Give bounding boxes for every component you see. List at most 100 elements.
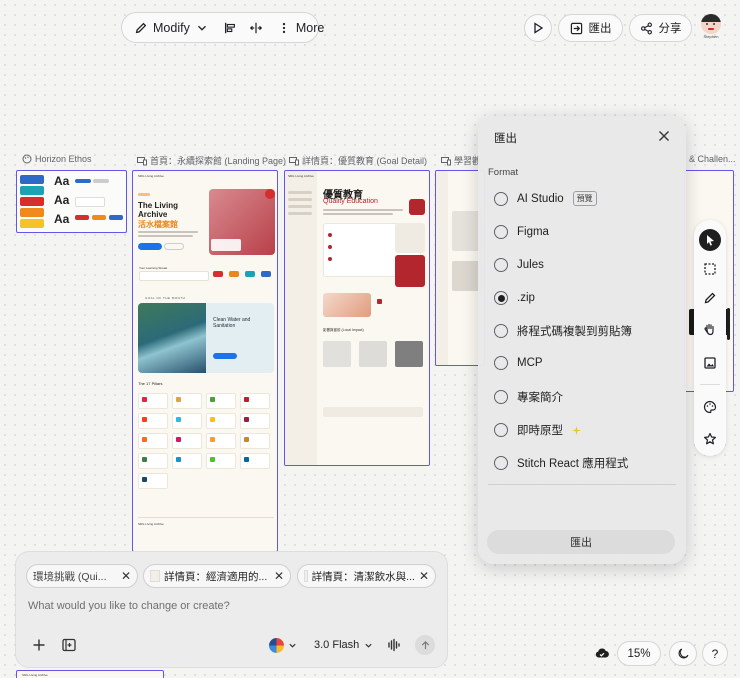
frame-horizon-ethos[interactable]: Aa Aa Aa [16, 170, 127, 233]
frame-label-landing[interactable]: 首頁：永續探索館 (Landing Page) [137, 154, 286, 167]
frame-detail-page[interactable]: SDG Living Archive 優質教育 Quality Educatio… [284, 170, 430, 466]
close-button[interactable] [656, 128, 672, 144]
radio-button[interactable] [494, 456, 508, 470]
landing-section-goal: GOAL OF THE MONTH [145, 296, 186, 300]
devices-icon [441, 156, 451, 165]
modify-label: Modify [153, 20, 190, 35]
chip-remove-icon[interactable]: ✕ [274, 569, 284, 583]
export-submit-button[interactable]: 匯出 [487, 530, 675, 554]
cloud-sync-icon[interactable] [594, 645, 610, 661]
option-project-brief[interactable]: 專案簡介 [494, 389, 563, 405]
option-figma[interactable]: Figma [494, 225, 549, 239]
radio-button-selected[interactable] [494, 291, 508, 305]
marquee-tool-button[interactable] [700, 259, 720, 279]
chip-remove-icon[interactable]: ✕ [121, 569, 131, 583]
zoom-level[interactable]: 15% [617, 641, 661, 666]
export-panel-title: 匯出 [494, 133, 517, 145]
preview-button[interactable] [524, 14, 552, 42]
favorite-tool-button[interactable] [700, 429, 720, 449]
detail-image [323, 293, 371, 317]
learning-sidebar [436, 171, 448, 365]
draw-tool-button[interactable] [700, 288, 720, 308]
frame-label-detail[interactable]: 詳情頁：優質教育 (Goal Detail) [289, 154, 427, 167]
landing-stat [213, 271, 223, 277]
prompt-input[interactable]: What would you like to change or create? [28, 600, 436, 620]
detail-nav-item [288, 205, 312, 208]
edit-toolbar: Modify More [121, 12, 324, 43]
export-icon [570, 22, 582, 34]
export-button[interactable]: 匯出 [558, 14, 623, 42]
radio-button[interactable] [494, 324, 508, 338]
share-button[interactable]: 分享 [629, 14, 692, 42]
pillar-tile [138, 433, 168, 449]
radio-button[interactable] [494, 258, 508, 272]
option-copy-code[interactable]: 將程式碼複製到剪貼簿 [494, 323, 632, 339]
distribute-button[interactable] [243, 14, 269, 42]
detail-icon-badge [409, 199, 425, 215]
model-label: 3.0 Flash [314, 639, 360, 651]
radio-button[interactable] [494, 191, 508, 206]
add-screen-button[interactable] [61, 637, 77, 653]
pencil-icon [704, 292, 716, 304]
frame-label-learning[interactable]: 學習觀 [441, 154, 481, 167]
pillar-tile [138, 473, 168, 489]
rail-scroll-indicator[interactable] [727, 308, 730, 340]
help-button[interactable]: ? [702, 641, 728, 666]
select-tool-button[interactable] [699, 229, 721, 251]
landing-hero-badge [265, 189, 275, 199]
chip-remove-icon[interactable]: ✕ [419, 569, 429, 583]
option-stitch-react[interactable]: Stitch React 應用程式 [494, 455, 628, 471]
avatar[interactable]: Stephen [700, 14, 722, 42]
image-tool-button[interactable] [700, 353, 720, 373]
model-selector[interactable]: 3.0 Flash [314, 636, 374, 654]
devices-icon [289, 156, 299, 165]
pillar-tile [240, 433, 270, 449]
theme-selector[interactable] [269, 636, 303, 654]
context-chip[interactable]: 詳情頁：經濟適用的... ✕ [143, 564, 291, 588]
add-button[interactable] [31, 637, 47, 653]
export-panel: 匯出 Format AI Studio 預覽 Figma Jules .zip … [478, 116, 686, 564]
tool-rail [694, 220, 726, 456]
plus-icon [33, 639, 45, 651]
frame-bottom-page[interactable]: SDG Living Archive [16, 670, 164, 678]
align-button[interactable] [217, 14, 243, 42]
voice-button[interactable] [386, 637, 402, 653]
option-zip[interactable]: .zip [494, 291, 535, 305]
dark-mode-toggle[interactable] [669, 641, 697, 666]
send-button[interactable] [415, 635, 435, 655]
pillar-tile [206, 393, 236, 409]
radio-button[interactable] [494, 423, 508, 437]
swatch-teal [20, 186, 44, 195]
image-icon [704, 357, 716, 369]
option-live-prototype[interactable]: 即時原型 [494, 422, 581, 438]
frame-landing-page[interactable]: SDG Living Archive The Living Archive 活水… [132, 170, 278, 552]
landing-desc [138, 235, 193, 237]
hand-tool-button[interactable] [700, 319, 720, 339]
pillar-tile [240, 413, 270, 429]
frame-label-challenges[interactable]: & Challen... [689, 154, 736, 164]
radio-button[interactable] [494, 356, 508, 370]
landing-stat [229, 271, 239, 277]
share-icon [640, 22, 652, 34]
detail-image-badge [377, 299, 382, 304]
radio-button[interactable] [494, 225, 508, 239]
detail-card-dot [328, 245, 332, 249]
theme-tool-button[interactable] [700, 397, 720, 417]
option-mcp[interactable]: MCP [494, 356, 543, 370]
component-sample [75, 179, 91, 183]
modify-button[interactable]: Modify [126, 14, 217, 42]
chip-label: 詳情頁：經濟適用的... [164, 570, 268, 583]
more-button[interactable]: More [269, 14, 332, 42]
frame-label-horizon[interactable]: Horizon Ethos [22, 154, 92, 164]
devices-icon [137, 156, 147, 165]
pillar-color-icon [176, 457, 181, 462]
landing-goal-title-2: Sanitation [213, 323, 236, 329]
radio-button[interactable] [494, 390, 508, 404]
pillar-color-icon [210, 397, 215, 402]
preview-badge: 預覽 [572, 191, 597, 206]
pillar-tile [138, 453, 168, 469]
context-chip[interactable]: 環境挑戰 (Qui... ✕ [26, 564, 138, 588]
option-ai-studio[interactable]: AI Studio 預覽 [494, 191, 597, 206]
context-chip[interactable]: 詳情頁：清潔飲水與... ✕ [297, 564, 436, 588]
option-jules[interactable]: Jules [494, 258, 544, 272]
